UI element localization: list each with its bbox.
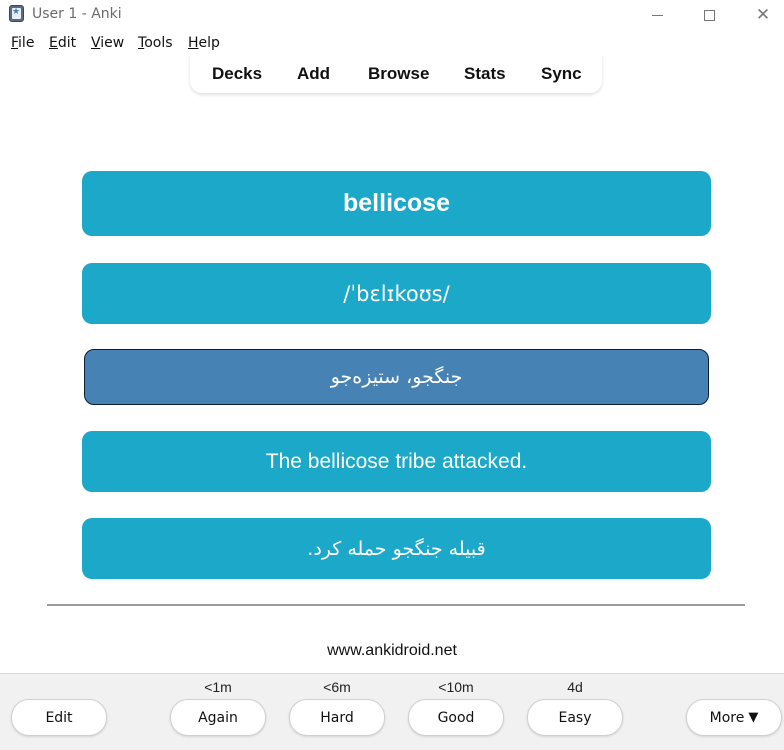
toolbar-add-link[interactable]: Add <box>297 64 330 84</box>
answer-bar: <1m <6m <10m 4d Edit Again Hard Good Eas… <box>0 673 784 750</box>
hard-interval: <6m <box>323 679 351 695</box>
menu-edit[interactable]: Edit <box>49 35 76 51</box>
title-bar: User 1 - Anki ✕ <box>0 0 784 30</box>
menu-tools[interactable]: Tools <box>138 35 173 51</box>
card-word: bellicose <box>82 171 711 236</box>
anki-window: User 1 - Anki ✕ File Edit View Tools Hel… <box>0 0 784 750</box>
card-meaning: جنگجو، ستیزه‌جو <box>84 349 709 405</box>
anki-app-icon <box>9 5 24 22</box>
toolbar-sync-link[interactable]: Sync <box>541 64 582 84</box>
dropdown-triangle-icon: ▼ <box>748 710 759 725</box>
toolbar-decks-link[interactable]: Decks <box>212 64 262 84</box>
menu-help[interactable]: Help <box>188 35 220 51</box>
maximize-icon <box>703 9 715 21</box>
menu-file[interactable]: File <box>11 35 34 51</box>
window-title: User 1 - Anki <box>32 6 122 22</box>
good-interval: <10m <box>438 679 474 695</box>
card-pronunciation: /ˈbɛlɪkoʊs/ <box>82 263 711 324</box>
good-button[interactable]: Good <box>408 699 504 736</box>
toolbar-stats-link[interactable]: Stats <box>464 64 506 84</box>
close-button[interactable]: ✕ <box>738 0 784 30</box>
maximize-button[interactable] <box>684 0 734 30</box>
divider <box>47 604 745 606</box>
card-example-translation: قبیله جنگجو حمله کرد. <box>82 518 711 579</box>
menu-bar: File Edit View Tools Help <box>0 33 784 53</box>
edit-button[interactable]: Edit <box>11 699 107 736</box>
footer-website-link: www.ankidroid.net <box>327 642 457 659</box>
easy-interval: 4d <box>567 679 583 695</box>
more-button[interactable]: More ▼ <box>686 699 782 736</box>
toolbar-browse-link[interactable]: Browse <box>368 64 429 84</box>
card-example-sentence: The bellicose tribe attacked. <box>82 431 711 492</box>
minimize-icon <box>651 14 663 16</box>
minimize-button[interactable] <box>632 0 682 30</box>
easy-button[interactable]: Easy <box>527 699 623 736</box>
again-interval: <1m <box>204 679 232 695</box>
hard-button[interactable]: Hard <box>289 699 385 736</box>
main-toolbar: Decks Add Browse Stats Sync <box>190 54 602 93</box>
menu-view[interactable]: View <box>91 35 124 51</box>
again-button[interactable]: Again <box>170 699 266 736</box>
close-icon: ✕ <box>755 4 771 25</box>
